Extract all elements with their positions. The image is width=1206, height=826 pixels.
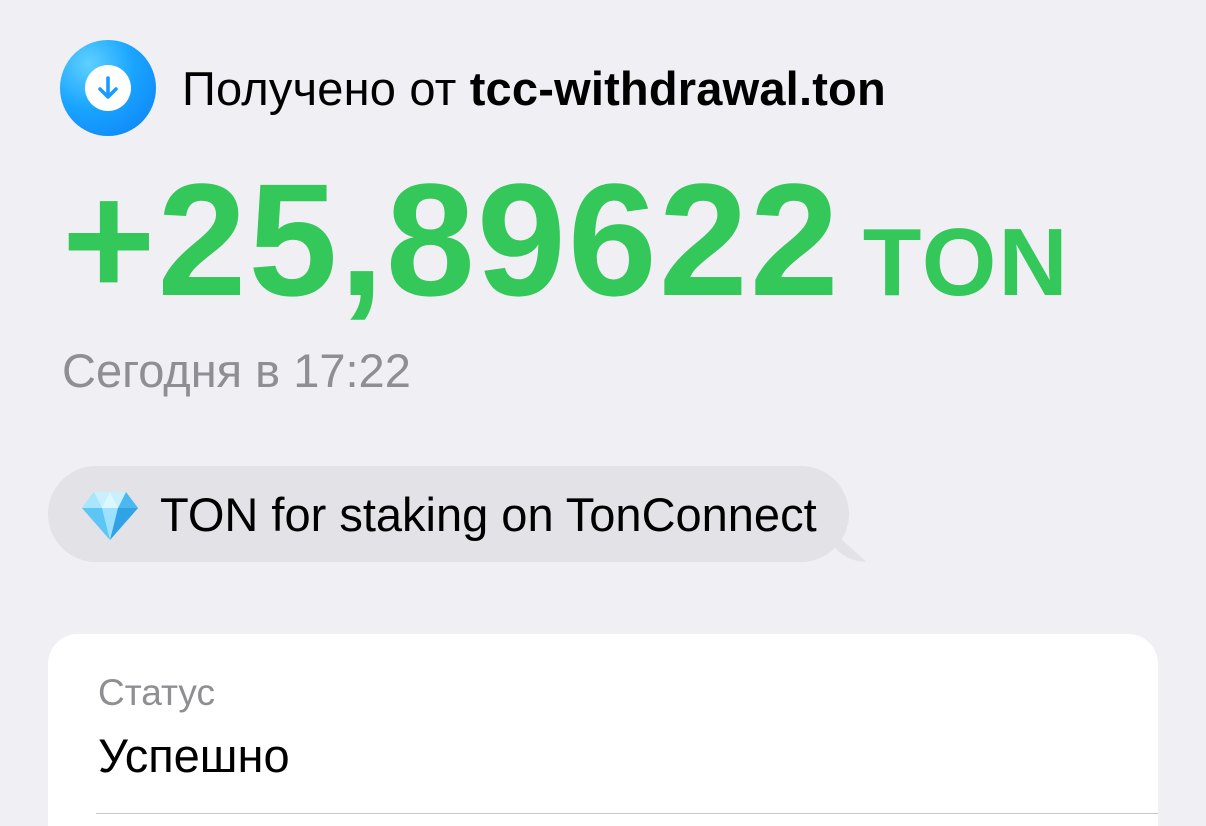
details-card: Статус Успешно: [48, 634, 1158, 826]
comment-bubble: TON for staking on TonConnect: [48, 466, 849, 562]
comment-text: TON for staking on TonConnect: [160, 487, 817, 541]
sender-address[interactable]: tcc-withdrawal.ton: [470, 62, 886, 115]
received-badge: [60, 40, 156, 136]
transaction-header: Получено от tcc-withdrawal.ton: [60, 40, 886, 136]
amount-value: +25,89622: [62, 150, 841, 329]
transaction-amount: +25,89622 TON: [62, 160, 1070, 320]
amount-currency: TON: [862, 209, 1070, 316]
status-label: Статус: [98, 672, 215, 713]
gem-icon: [80, 484, 140, 544]
transaction-date: Сегодня в 17:22: [62, 344, 411, 397]
received-from-label: Получено от: [182, 61, 470, 115]
arrow-down-icon: [85, 65, 131, 111]
divider: [96, 813, 1158, 814]
transaction-title: Получено от tcc-withdrawal.ton: [182, 61, 886, 116]
status-value: Успешно: [98, 729, 290, 782]
